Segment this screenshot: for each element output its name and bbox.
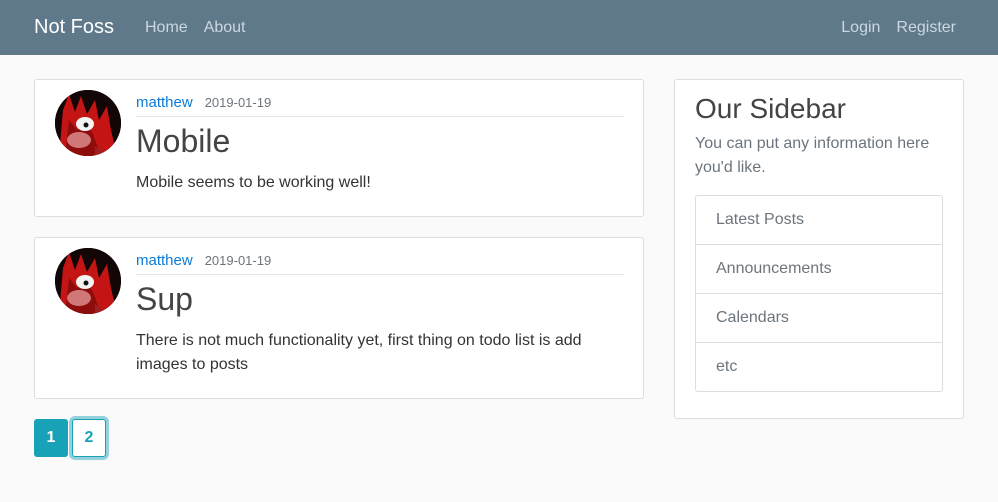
- nav-left: Home About: [145, 18, 246, 38]
- post-date: 2019-01-19: [204, 95, 272, 110]
- page-1-button[interactable]: 1: [34, 419, 68, 457]
- nav-home-link[interactable]: Home: [145, 18, 188, 38]
- post-body: matthew 2019-01-19 Mobile Mobile seems t…: [136, 90, 624, 195]
- sidebar-item-latest-posts[interactable]: Latest Posts: [696, 196, 942, 245]
- post-card: matthew 2019-01-19 Mobile Mobile seems t…: [34, 79, 644, 217]
- post-content: Mobile seems to be working well!: [136, 174, 371, 191]
- author-link[interactable]: matthew: [136, 94, 193, 111]
- author-link[interactable]: matthew: [136, 252, 193, 269]
- post-meta: matthew 2019-01-19: [136, 248, 624, 275]
- nav-about-link[interactable]: About: [204, 18, 246, 38]
- post-meta: matthew 2019-01-19: [136, 90, 624, 117]
- sidebar-list: Latest Posts Announcements Calendars etc: [695, 195, 943, 392]
- post-title[interactable]: Sup: [136, 279, 624, 319]
- pagination: 1 2: [34, 419, 106, 457]
- sidebar-title: Our Sidebar: [695, 93, 846, 124]
- post-card: matthew 2019-01-19 Sup There is not much…: [34, 237, 644, 399]
- sidebar: Our Sidebar You can put any information …: [674, 79, 964, 419]
- sidebar-item-etc[interactable]: etc: [696, 343, 942, 391]
- post-content: There is not much functionality yet, fir…: [136, 332, 582, 373]
- brand-link[interactable]: Not Foss: [34, 15, 114, 39]
- navbar: Not Foss Home About Login Register: [0, 0, 998, 55]
- page-2-button[interactable]: 2: [72, 419, 106, 457]
- post-body: matthew 2019-01-19 Sup There is not much…: [136, 248, 624, 377]
- post-date: 2019-01-19: [204, 253, 272, 268]
- sidebar-item-announcements[interactable]: Announcements: [696, 245, 942, 294]
- red-cartoon-character-avatar-icon: [55, 90, 121, 156]
- post-title[interactable]: Mobile: [136, 121, 624, 161]
- avatar: [55, 90, 121, 156]
- sidebar-text: You can put any information here you'd l…: [695, 135, 930, 176]
- nav-right: Login Register: [841, 18, 956, 38]
- red-cartoon-character-avatar-icon: [55, 248, 121, 314]
- nav-login-link[interactable]: Login: [841, 18, 880, 38]
- nav-register-link[interactable]: Register: [896, 18, 956, 38]
- sidebar-item-calendars[interactable]: Calendars: [696, 294, 942, 343]
- avatar: [55, 248, 121, 314]
